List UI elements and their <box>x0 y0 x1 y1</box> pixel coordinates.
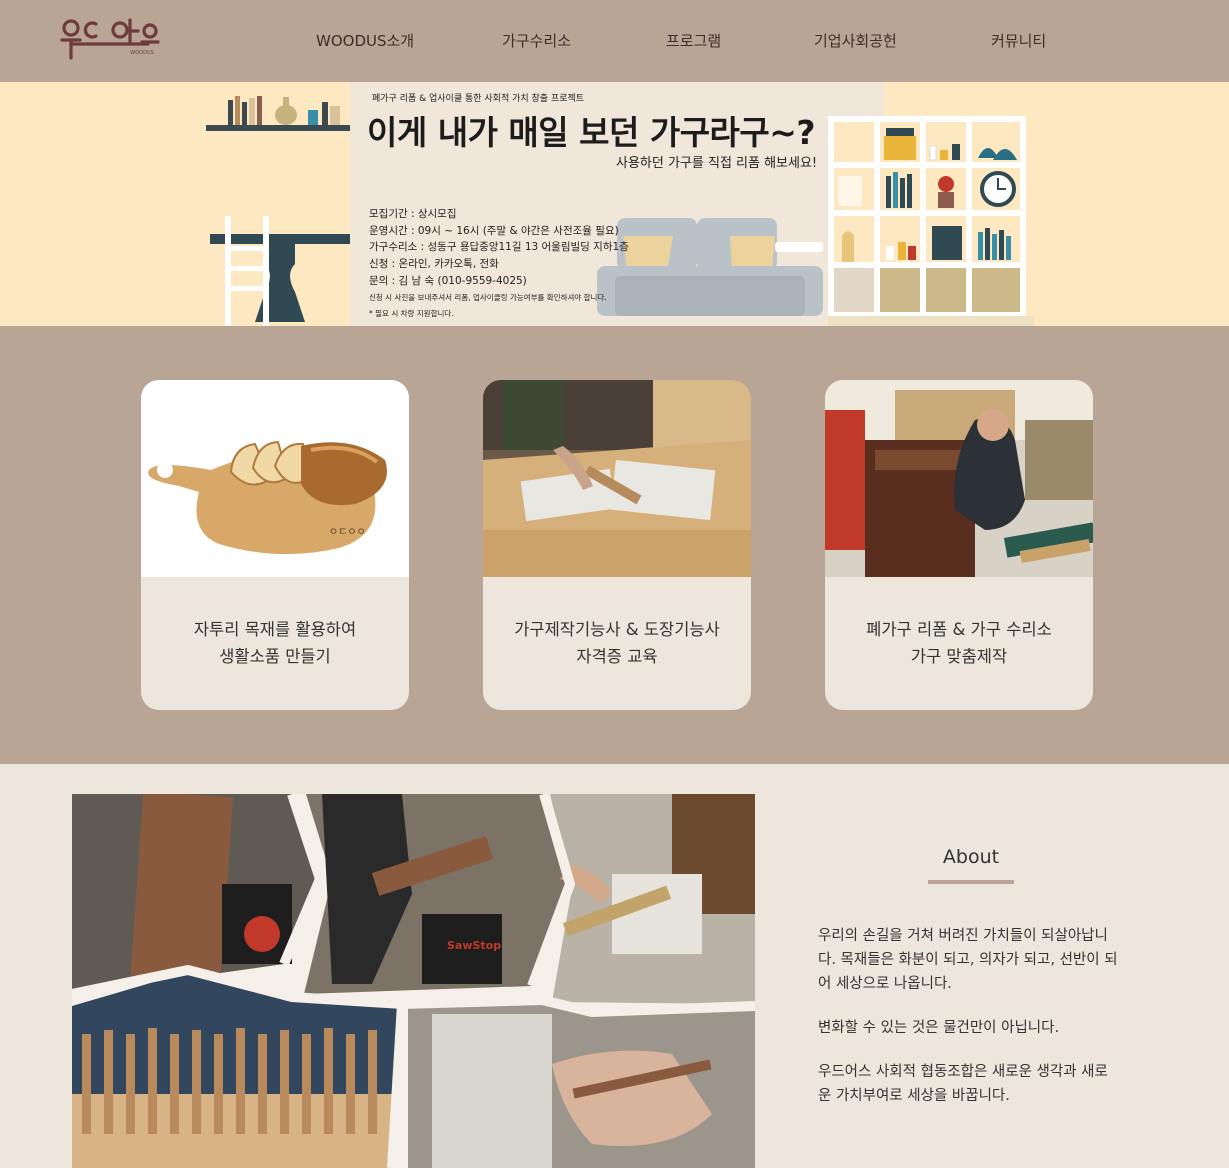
banner-tagline: 사용하던 가구를 직접 리폼 해보세요! <box>616 156 818 171</box>
about-paragraph: 우드어스 사회적 협동조합은 새로운 생각과 새로운 가치부여로 세상을 바꿉니… <box>818 1064 1108 1104</box>
shelf-illustration <box>206 96 351 131</box>
nav-program[interactable]: 프로그램 <box>666 30 721 51</box>
caption-line: 생활소품 만들기 <box>219 647 331 666</box>
nav-woodus-intro[interactable]: WOODUS소개 <box>316 30 414 51</box>
banner-subtitle: 폐가구 리폼 & 업사이클 통한 사회적 가치 창출 프로젝트 <box>372 94 585 104</box>
workshop-photo-collage: SawStop <box>72 794 755 1168</box>
svg-text:ㅇㄷㅇㅇ: ㅇㄷㅇㅇ <box>329 527 366 538</box>
woodworking-class-image <box>483 380 751 577</box>
info-hours: 운영시간 : 09시 ~ 16시 (주말 & 야간은 사전조율 필요) <box>369 224 619 237</box>
caption-line: 가구 맞춤제작 <box>910 647 1008 666</box>
about-text: 우리의 손길을 거쳐 버려진 가치들이 되살아납니다. 목재들은 화분이 되고,… <box>818 924 1120 1128</box>
nav-furniture-repair[interactable]: 가구수리소 <box>502 30 571 51</box>
main-nav: WOODUS소개 가구수리소 프로그램 기업사회공헌 커뮤니티 <box>0 30 1229 54</box>
caption-line: 폐가구 리폼 & 가구 수리소 <box>866 620 1052 639</box>
program-card-caption: 자투리 목재를 활용하여 생활소품 만들기 <box>141 616 409 670</box>
furniture-repair-image <box>825 380 1093 577</box>
info-apply: 신청 : 온라인, 카카오톡, 전화 <box>369 258 499 271</box>
promo-banner[interactable]: 폐가구 리폼 & 업사이클 통한 사회적 가치 창출 프로젝트 이게 내가 매일… <box>0 82 1229 326</box>
banner-info: 모집기간 : 상시모집 운영시간 : 09시 ~ 16시 (주말 & 야간은 사… <box>369 206 629 322</box>
program-card-caption: 가구제작기능사 & 도장기능사 자격증 교육 <box>483 616 751 670</box>
caption-line: 자격증 교육 <box>576 647 658 666</box>
svg-text:SawStop: SawStop <box>447 939 501 952</box>
nav-community[interactable]: 커뮤니티 <box>991 30 1046 51</box>
about-paragraph: 변화할 수 있는 것은 물건만이 아닙니다. <box>818 1020 1060 1036</box>
nav-csr[interactable]: 기업사회공헌 <box>814 30 897 51</box>
banner-title: 이게 내가 매일 보던 가구라구~? <box>367 113 816 152</box>
caption-line: 자투리 목재를 활용하여 <box>193 620 357 639</box>
program-cards-section: ㅇㄷㅇㅇ 자투리 목재를 활용하여 생활소품 만들기 가구제작기능사 & 도장기… <box>0 326 1229 764</box>
about-paragraph: 우리의 손길을 거쳐 버려진 가치들이 되살아납니다. 목재들은 화분이 되고,… <box>818 928 1118 992</box>
bread-board-image: ㅇㄷㅇㅇ <box>141 380 409 577</box>
info-note: 신청 시 사진을 보내주셔서 리폼, 업사이클링 가능여부를 확인하셔야 합니다… <box>369 292 607 302</box>
about-title: About <box>942 846 1000 868</box>
table-chair-illustration <box>210 216 350 326</box>
bookcase-illustration <box>828 116 1034 326</box>
info-recruit-period: 모집기간 : 상시모집 <box>369 208 457 220</box>
program-card-caption: 폐가구 리폼 & 가구 수리소 가구 맞춤제작 <box>825 616 1093 670</box>
about-title-underline <box>928 880 1014 884</box>
program-card-certification[interactable]: 가구제작기능사 & 도장기능사 자격증 교육 <box>483 380 751 710</box>
program-card-repair[interactable]: 폐가구 리폼 & 가구 수리소 가구 맞춤제작 <box>825 380 1093 710</box>
program-card-crafts[interactable]: ㅇㄷㅇㅇ 자투리 목재를 활용하여 생활소품 만들기 <box>141 380 409 710</box>
site-header: WOODUS WOODUS소개 가구수리소 프로그램 기업사회공헌 커뮤니티 <box>0 0 1229 82</box>
sofa-illustration <box>597 218 823 316</box>
info-location: 가구수리소 : 성동구 용답중앙11길 13 어울림빌딩 지하1층 <box>369 241 629 254</box>
info-contact: 문의 : 김 남 숙 (010-9559-4025) <box>369 274 527 287</box>
info-vehicle-note: * 필요 시 차량 지원합니다. <box>369 308 454 318</box>
about-section: SawStop About 우리의 손길을 거쳐 버려진 가치들이 되살아납니다… <box>0 764 1229 1168</box>
caption-line: 가구제작기능사 & 도장기능사 <box>514 620 720 639</box>
